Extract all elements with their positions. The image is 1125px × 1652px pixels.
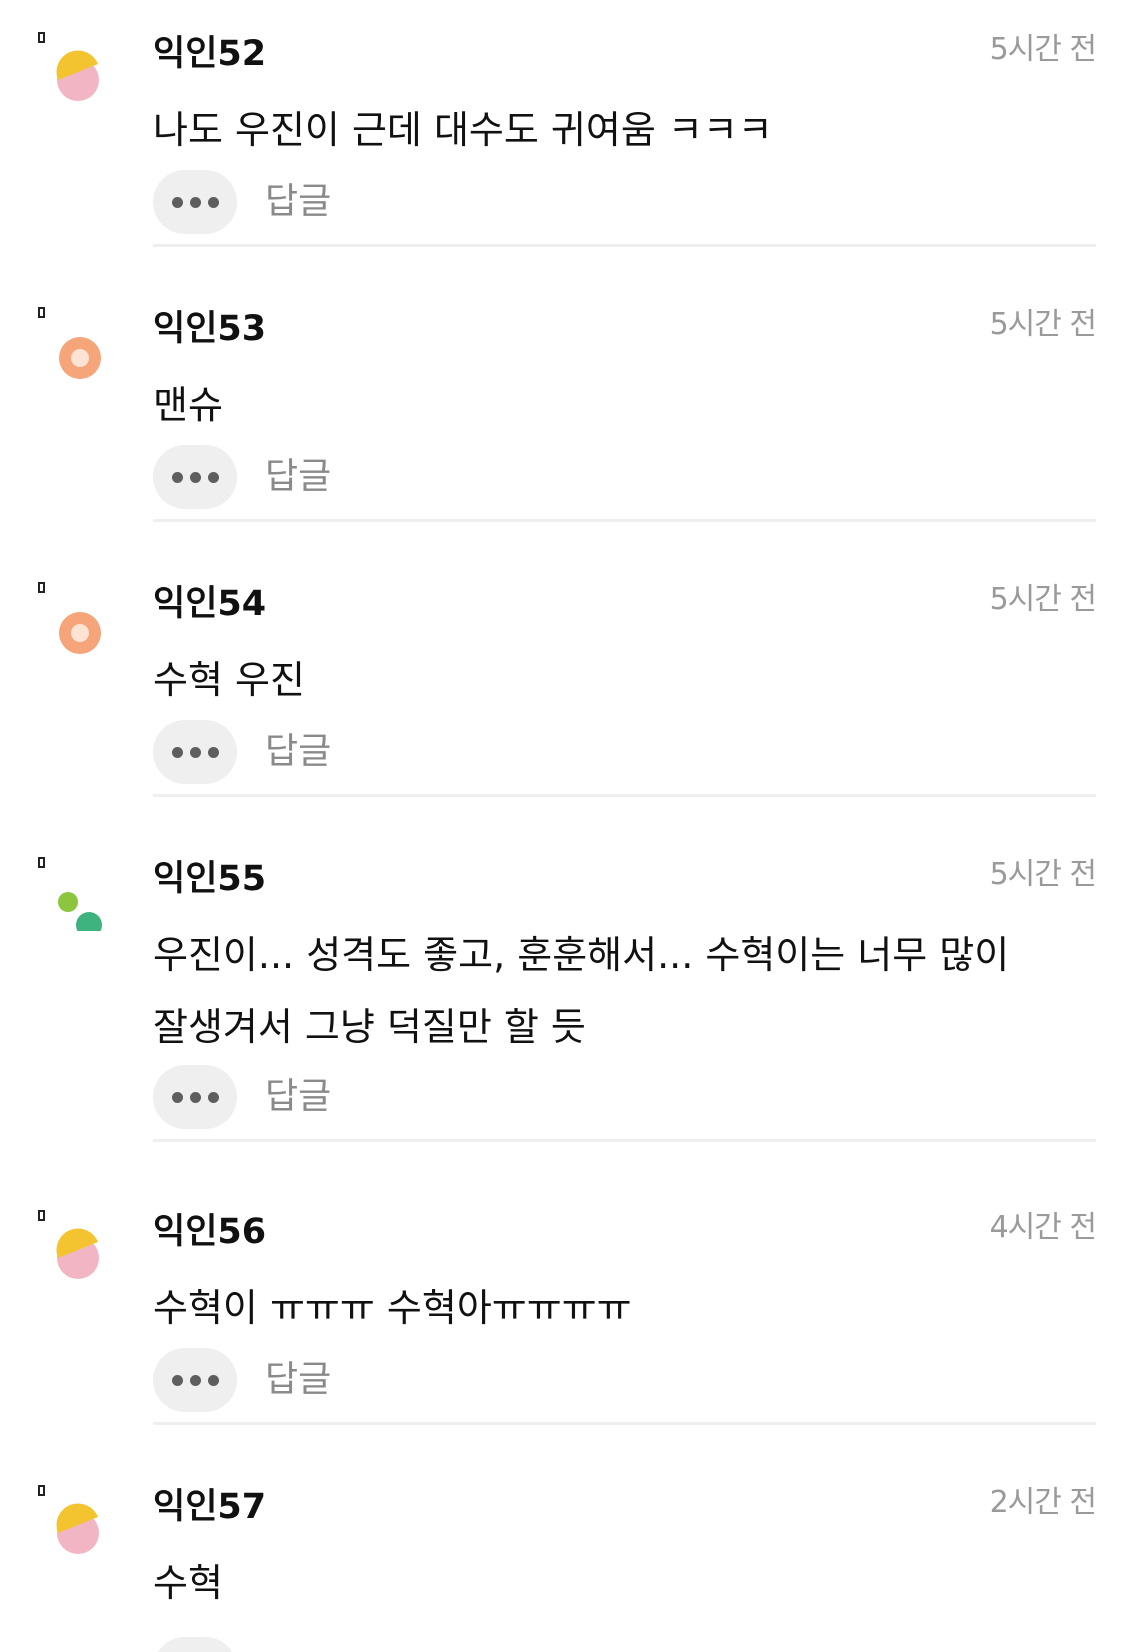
dot-icon [208,1092,219,1103]
dot-icon [172,1375,183,1386]
two-green-dots-icon [50,871,110,931]
nickname: 익인55 [153,859,267,899]
divider [153,1422,1096,1425]
nickname: 익인52 [153,34,267,74]
comment-text: 우진이... 성격도 좋고, 훈훈해서... 수혁이는 너무 많이 잘생겨서 그… [153,919,1093,1063]
comment-text: 수혁 우진 [153,658,305,702]
bookmark-icon[interactable] [38,1210,45,1221]
timestamp: 5시간 전 [989,32,1097,67]
timestamp: 5시간 전 [989,582,1097,617]
more-options-button[interactable] [153,170,237,234]
timestamp: 2시간 전 [989,1485,1097,1520]
dot-icon [172,747,183,758]
dot-icon [172,472,183,483]
dot-icon [208,197,219,208]
half-circle-yellow-pink-icon [50,1499,110,1559]
dot-icon [190,472,201,483]
comment-text: 맨슈 [153,383,223,427]
reply-button[interactable]: 답글 [265,178,331,226]
comment-text: 수혁이 ㅠㅠㅠ 수혁아ㅠㅠㅠㅠ [153,1286,632,1330]
half-circle-yellow-pink-icon [50,46,110,106]
dot-icon [190,1375,201,1386]
dot-icon [172,1092,183,1103]
bookmark-icon[interactable] [38,32,45,43]
dot-icon [190,747,201,758]
dot-icon [190,1092,201,1103]
more-options-button[interactable] [153,1065,237,1129]
comment-text-line: 우진이... 성격도 좋고, 훈훈해서... 수혁이는 너무 많이 [153,933,1010,977]
comment-text-line: 잘생겨서 그냥 덕질만 할 듯 [153,1005,586,1049]
comment-text: 나도 우진이 근데 대수도 귀여움 ㅋㅋㅋ [153,108,773,152]
more-options-button[interactable] [153,720,237,784]
nickname: 익인53 [153,309,267,349]
comment-text: 수혁 [153,1561,223,1605]
orange-ring-icon [50,321,110,381]
comment-list: 익인52 5시간 전 나도 우진이 근데 대수도 귀여움 ㅋㅋㅋ 답글 익인53… [0,0,1125,1652]
orange-ring-icon [50,596,110,656]
reply-button[interactable]: 답글 [265,1073,331,1121]
timestamp: 4시간 전 [989,1210,1097,1245]
divider [153,244,1096,247]
reply-button[interactable]: 답글 [265,1356,331,1404]
reply-button[interactable]: 답글 [265,728,331,776]
nickname: 익인56 [153,1212,267,1252]
dot-icon [190,197,201,208]
bookmark-icon[interactable] [38,1485,45,1496]
nickname: 익인57 [153,1487,267,1527]
timestamp: 5시간 전 [989,307,1097,342]
more-options-button[interactable] [153,1348,237,1412]
bookmark-icon[interactable] [38,582,45,593]
timestamp: 5시간 전 [989,857,1097,892]
reply-button[interactable]: 답글 [265,453,331,501]
dot-icon [208,1375,219,1386]
dot-icon [172,197,183,208]
bookmark-icon[interactable] [38,307,45,318]
nickname: 익인54 [153,584,267,624]
dot-icon [208,747,219,758]
divider [153,794,1096,797]
more-options-button[interactable] [153,1637,237,1652]
divider [153,1139,1096,1142]
divider [153,519,1096,522]
half-circle-yellow-pink-icon [50,1224,110,1284]
bookmark-icon[interactable] [38,857,45,868]
dot-icon [208,472,219,483]
more-options-button[interactable] [153,445,237,509]
